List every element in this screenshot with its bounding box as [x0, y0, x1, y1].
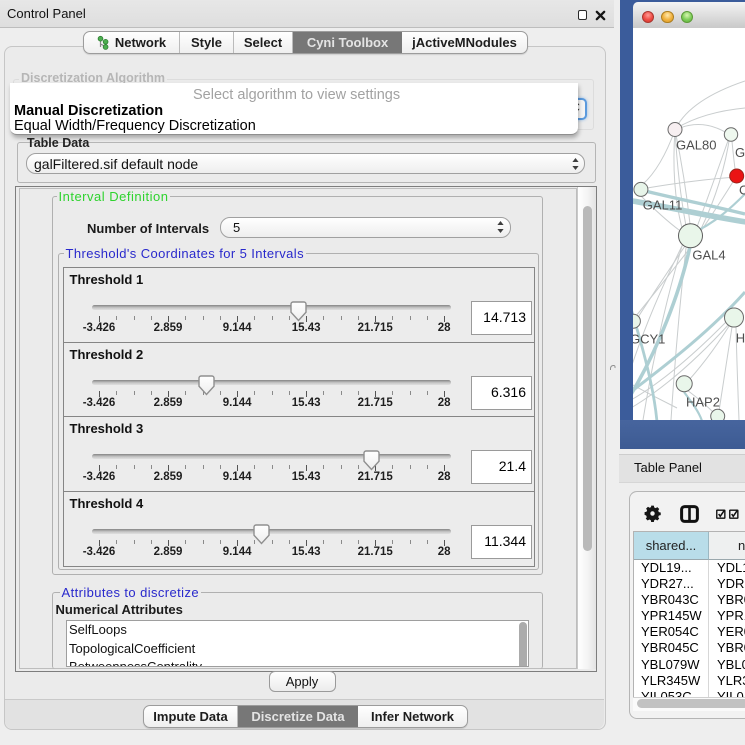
svg-text:GCY1: GCY1 [633, 332, 665, 347]
svg-text:HAP2: HAP2 [686, 395, 720, 410]
svg-text:C: C [739, 183, 745, 198]
svg-text:GAL11: GAL11 [643, 198, 683, 213]
svg-text:GAL80: GAL80 [676, 138, 716, 153]
svg-text:GA: GA [735, 145, 745, 160]
svg-text:GAL4: GAL4 [692, 248, 725, 263]
svg-text:H: H [736, 331, 745, 346]
